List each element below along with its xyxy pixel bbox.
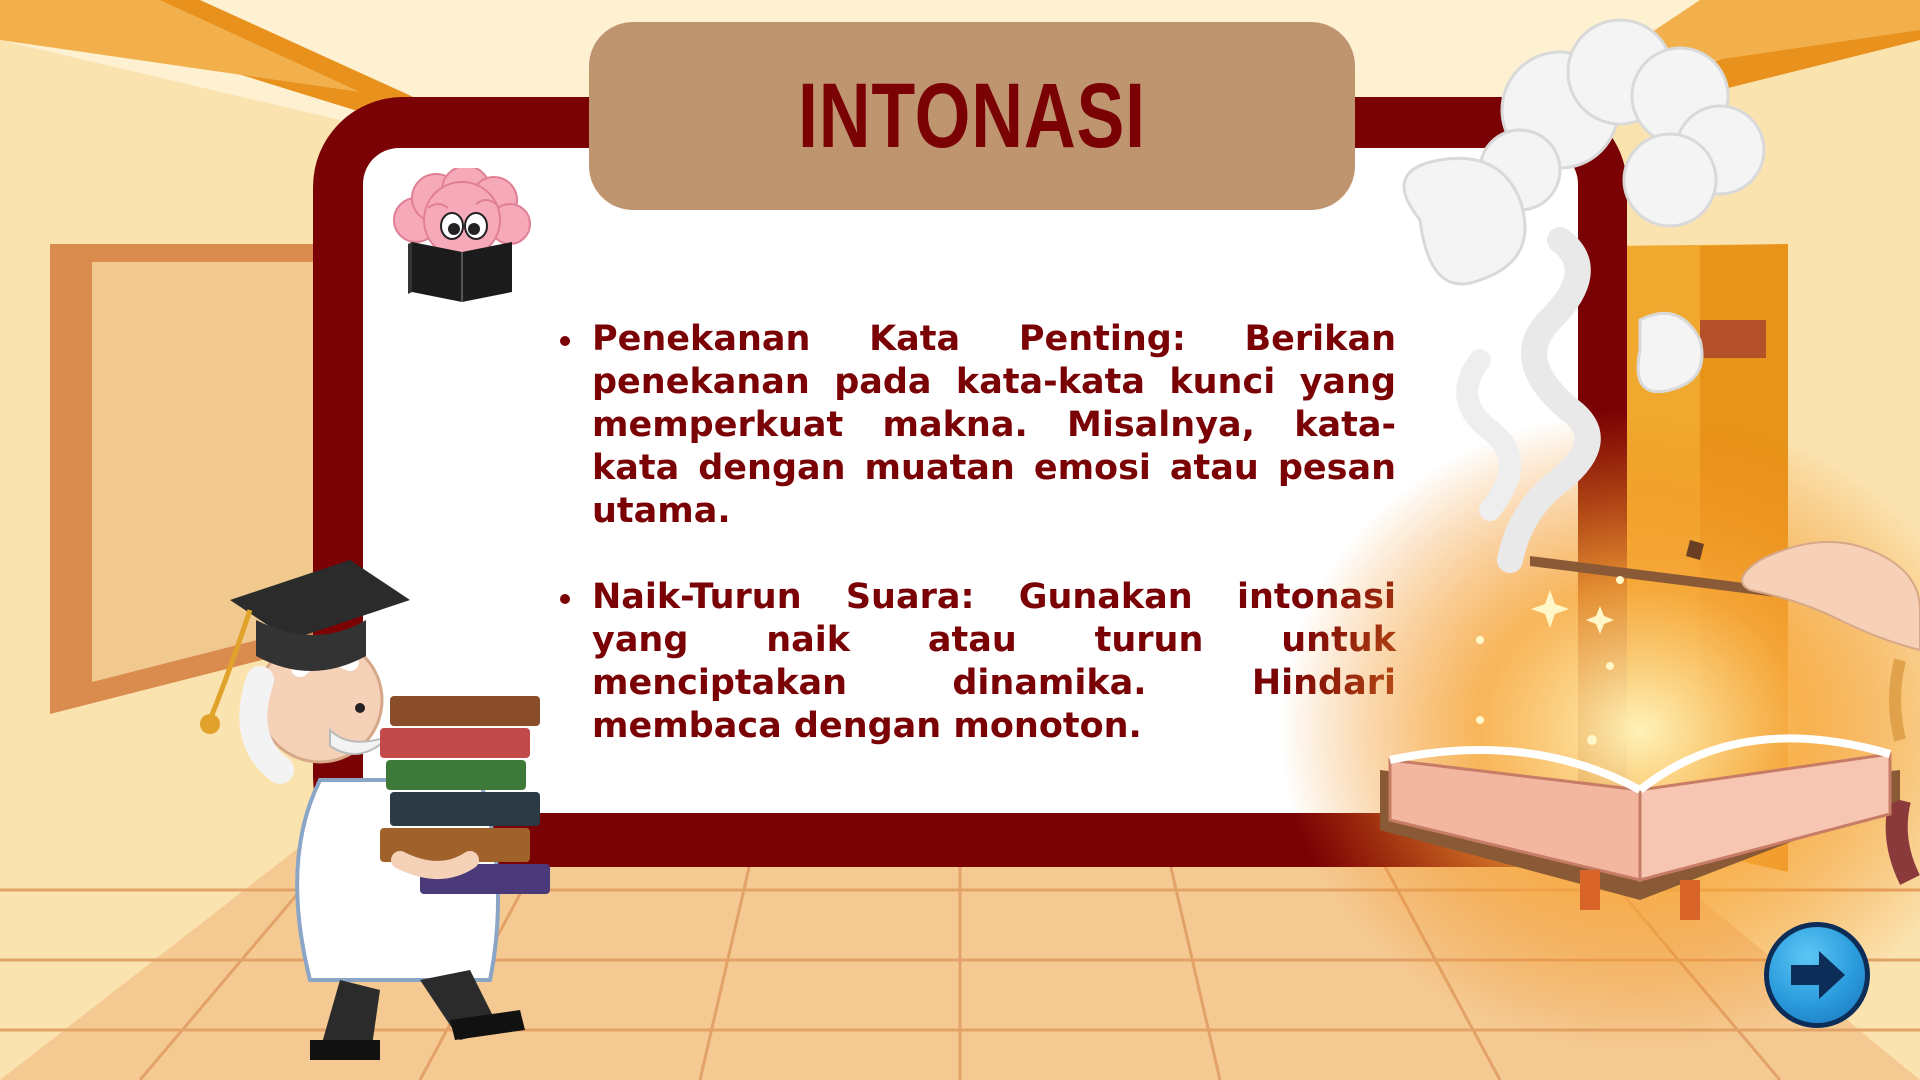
next-button[interactable] xyxy=(1764,922,1870,1028)
bullet-text: Penekanan Kata Penting: Berikan penekana… xyxy=(592,319,1396,531)
page-title: INTONASI xyxy=(798,65,1146,167)
title-banner: INTONASI xyxy=(589,22,1355,210)
list-item: Penekanan Kata Penting: Berikan penekana… xyxy=(552,318,1396,533)
next-button-face[interactable] xyxy=(1769,927,1865,1023)
bullet-icon xyxy=(560,594,570,604)
bullet-list: Penekanan Kata Penting: Berikan penekana… xyxy=(552,318,1396,791)
slide-canvas: INTONASI Penekanan Kata Penting: Berikan… xyxy=(0,0,1920,1080)
arrow-right-icon xyxy=(1791,951,1845,999)
bullet-text: Naik-Turun Suara: Gunakan intonasi yang … xyxy=(592,577,1396,746)
bullet-icon xyxy=(560,336,570,346)
list-item: Naik-Turun Suara: Gunakan intonasi yang … xyxy=(552,576,1396,748)
brain-reading-icon xyxy=(393,168,531,302)
